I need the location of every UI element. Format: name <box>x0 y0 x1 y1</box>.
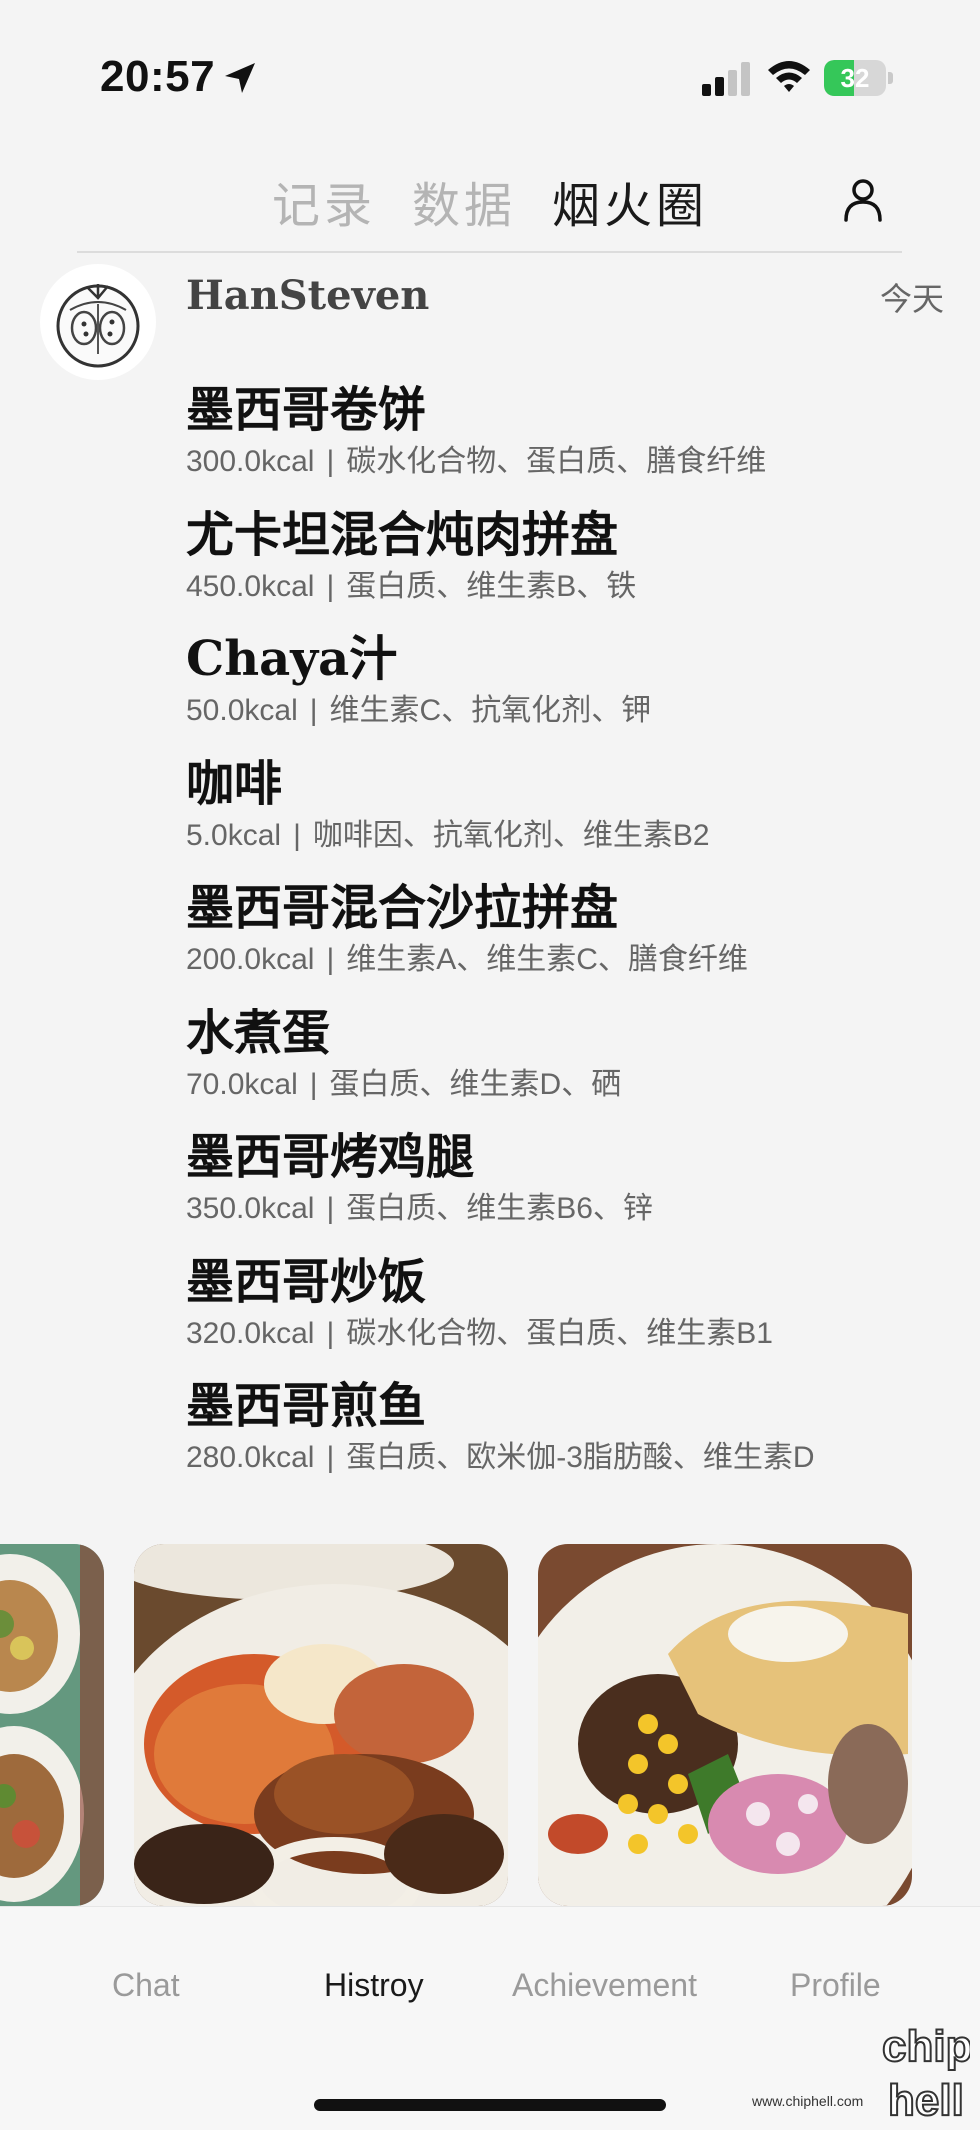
post-username[interactable]: HanSteven <box>186 272 429 319</box>
list-item: 尤卡坦混合炖肉拼盘 450.0kcal | 蛋白质、维生素B、铁 <box>186 505 966 630</box>
food-name: 水煮蛋 <box>186 1004 331 1061</box>
food-nutrients: 维生素A、维生素C、膳食纤维 <box>346 943 748 976</box>
meta-separator: | <box>326 1192 335 1225</box>
food-kcal: 50.0kcal <box>186 694 298 727</box>
food-kcal: 450.0kcal <box>186 569 315 603</box>
food-nutrients: 蛋白质、欧米伽-3脂肪酸、维生素D <box>346 1441 815 1474</box>
svg-text:hell: hell <box>888 2076 964 2125</box>
post-time: 今天 <box>880 281 945 317</box>
food-meta: 70.0kcal | 蛋白质、维生素D、硒 <box>186 1063 966 1107</box>
status-time: 20:57 <box>100 52 216 101</box>
food-nutrients: 碳水化合物、蛋白质、膳食纤维 <box>346 445 767 478</box>
food-name: 墨西哥混合沙拉拼盘 <box>186 880 619 936</box>
cellular-signal-icon <box>702 62 750 96</box>
watermark-text: www.chiphell.com <box>752 2093 864 2109</box>
tab-profile[interactable]: Profile <box>790 1967 881 2004</box>
food-name: 咖啡 <box>186 755 283 812</box>
list-item: 墨西哥混合沙拉拼盘 200.0kcal | 维生素A、维生素C、膳食纤维 <box>186 878 966 1003</box>
bottom-tab-bar: Chat Histroy Achievement Profile chip he… <box>0 1906 980 2130</box>
list-item: 墨西哥煎鱼 280.0kcal | 蛋白质、欧米伽-3脂肪酸、维生素D <box>186 1376 966 1501</box>
wifi-icon <box>768 61 810 92</box>
food-meta: 300.0kcal | 碳水化合物、蛋白质、膳食纤维 <box>186 440 966 484</box>
meta-separator: | <box>309 694 318 727</box>
battery-nub <box>888 72 893 84</box>
meta-separator: | <box>326 445 335 478</box>
meta-separator: | <box>293 818 301 852</box>
tab-chat[interactable]: Chat <box>112 1967 180 2004</box>
tab-social-circle[interactable]: 烟火圈 <box>552 166 708 236</box>
location-arrow-icon <box>225 63 255 93</box>
food-nutrients: 碳水化合物、蛋白质、维生素B1 <box>346 1316 773 1350</box>
food-meta: 280.0kcal | 蛋白质、欧米伽-3脂肪酸、维生素D <box>186 1436 966 1480</box>
top-tabs: 记录 数据 烟火圈 <box>272 166 708 236</box>
list-item: 水煮蛋 70.0kcal | 蛋白质、维生素D、硒 <box>186 1003 966 1128</box>
food-meta: 320.0kcal | 碳水化合物、蛋白质、维生素B1 <box>186 1312 966 1356</box>
home-indicator[interactable] <box>314 2099 666 2111</box>
food-name: Chaya汁 <box>186 631 398 687</box>
food-kcal: 280.0kcal <box>186 1441 315 1474</box>
status-bar: 20:57 32 <box>0 0 980 150</box>
meta-separator: | <box>309 1067 318 1101</box>
food-nutrients: 维生素C、抗氧化剂、钾 <box>329 694 652 727</box>
list-item: 咖啡 5.0kcal | 咖啡因、抗氧化剂、维生素B2 <box>186 754 966 879</box>
tab-achievement[interactable]: Achievement <box>512 1967 697 2004</box>
photo-carousel[interactable] <box>0 1544 980 1906</box>
list-item: Chaya汁 50.0kcal | 维生素C、抗氧化剂、钾 <box>186 629 966 754</box>
tab-record[interactable]: 记录 <box>272 166 376 236</box>
avatar[interactable] <box>40 264 156 380</box>
food-name: 墨西哥卷饼 <box>186 382 427 438</box>
food-name: 墨西哥炒饭 <box>186 1253 427 1310</box>
food-meta: 450.0kcal | 蛋白质、维生素B、铁 <box>186 565 966 609</box>
list-item: 墨西哥卷饼 300.0kcal | 碳水化合物、蛋白质、膳食纤维 <box>186 380 966 505</box>
food-meta: 50.0kcal | 维生素C、抗氧化剂、钾 <box>186 689 966 733</box>
food-meta: 200.0kcal | 维生素A、维生素C、膳食纤维 <box>186 938 966 982</box>
header-divider <box>77 251 902 253</box>
food-nutrients: 蛋白质、维生素B、铁 <box>346 569 637 603</box>
food-name: 墨西哥烤鸡腿 <box>186 1129 475 1185</box>
list-item: 墨西哥烤鸡腿 350.0kcal | 蛋白质、维生素B6、锌 <box>186 1127 966 1252</box>
food-meta: 5.0kcal | 咖啡因、抗氧化剂、维生素B2 <box>186 814 966 858</box>
meta-separator: | <box>326 569 335 603</box>
battery-body: 32 <box>824 60 886 96</box>
meta-separator: | <box>326 1316 335 1350</box>
tomato-sketch-icon <box>56 284 140 368</box>
list-item: 墨西哥炒饭 320.0kcal | 碳水化合物、蛋白质、维生素B1 <box>186 1252 966 1377</box>
battery-percent: 32 <box>840 63 870 93</box>
food-photo-2[interactable] <box>134 1544 508 1906</box>
food-nutrients: 蛋白质、维生素B6、锌 <box>346 1192 653 1225</box>
battery-indicator: 32 <box>824 60 894 96</box>
top-nav: 记录 数据 烟火圈 <box>0 160 980 250</box>
food-meta: 350.0kcal | 蛋白质、维生素B6、锌 <box>186 1187 966 1231</box>
food-name: 墨西哥煎鱼 <box>186 1378 427 1434</box>
food-photo-3[interactable] <box>538 1544 912 1906</box>
food-name: 尤卡坦混合炖肉拼盘 <box>186 506 619 563</box>
food-photo-1[interactable] <box>0 1544 104 1906</box>
meta-separator: | <box>326 1441 335 1474</box>
tab-data[interactable]: 数据 <box>412 166 516 236</box>
tab-history[interactable]: Histroy <box>324 1967 424 2004</box>
meta-separator: | <box>326 943 335 976</box>
food-list: 墨西哥卷饼 300.0kcal | 碳水化合物、蛋白质、膳食纤维 尤卡坦混合炖肉拼盘… <box>186 380 966 1501</box>
food-nutrients: 咖啡因、抗氧化剂、维生素B2 <box>312 818 710 852</box>
food-kcal: 5.0kcal <box>186 818 282 852</box>
chiphell-logo: chip hell <box>881 2021 970 2125</box>
food-kcal: 300.0kcal <box>186 445 315 478</box>
food-kcal: 200.0kcal <box>186 943 315 976</box>
svg-text:chip: chip <box>882 2022 970 2071</box>
person-icon[interactable] <box>843 178 883 222</box>
food-kcal: 350.0kcal <box>186 1192 315 1225</box>
food-nutrients: 蛋白质、维生素D、硒 <box>329 1067 622 1101</box>
food-kcal: 70.0kcal <box>186 1067 298 1101</box>
food-kcal: 320.0kcal <box>186 1316 315 1350</box>
